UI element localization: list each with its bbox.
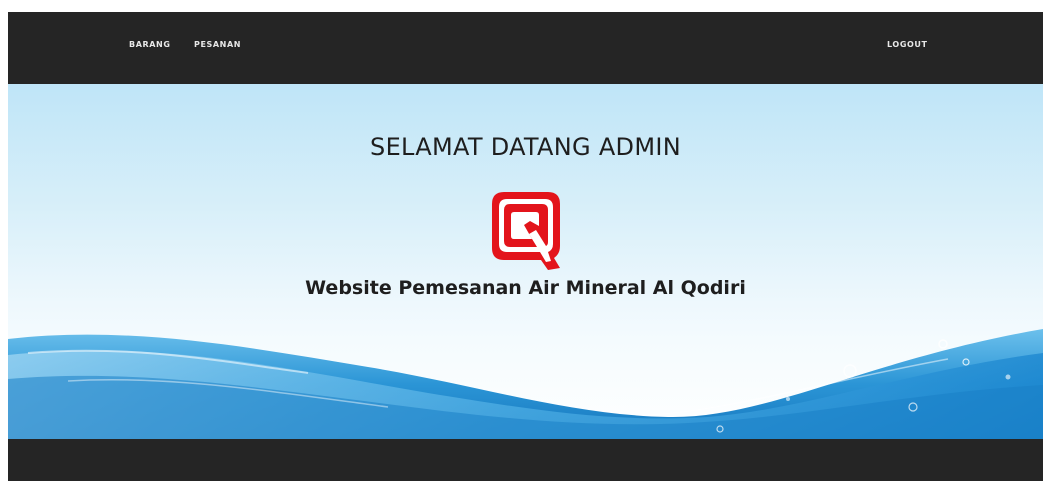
logout-link[interactable]: LOGOUT xyxy=(887,40,928,49)
footer-bar xyxy=(8,439,1043,481)
page-frame: BARANG PESANAN LOGOUT SELAMAT DATANG ADM… xyxy=(8,12,1043,481)
top-navbar: BARANG PESANAN LOGOUT xyxy=(8,12,1043,84)
nav-link-pesanan[interactable]: PESANAN xyxy=(194,40,241,49)
red-q-logo-icon xyxy=(492,192,560,270)
hero-banner: SELAMAT DATANG ADMIN Website Pemesanan A… xyxy=(8,84,1043,439)
nav-link-barang[interactable]: BARANG xyxy=(129,40,171,49)
welcome-title: SELAMAT DATANG ADMIN xyxy=(370,133,681,161)
water-wave-background xyxy=(8,329,1043,439)
site-subtitle: Website Pemesanan Air Mineral Al Qodiri xyxy=(305,277,746,299)
